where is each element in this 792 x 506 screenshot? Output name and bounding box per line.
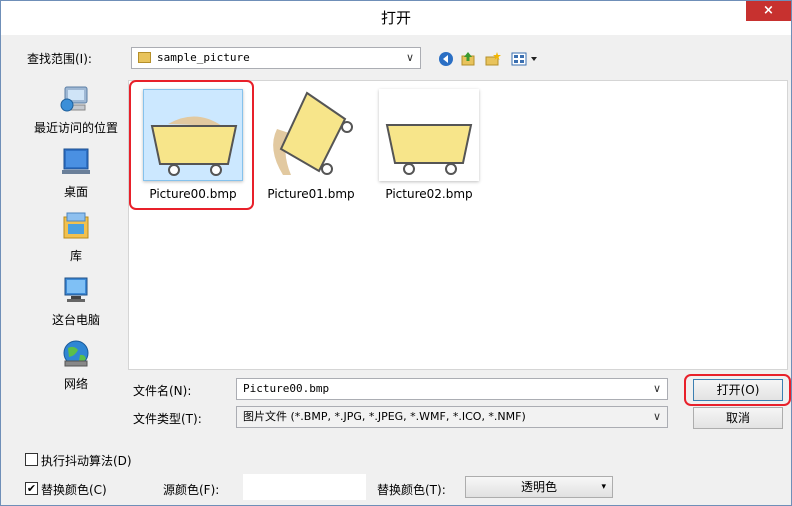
close-button[interactable]: ×: [746, 1, 791, 21]
source-color-field[interactable]: [243, 474, 366, 500]
place-network[interactable]: 网络: [24, 339, 128, 392]
desktop-icon: [62, 148, 90, 174]
cancel-button[interactable]: 取消: [693, 407, 783, 429]
source-color-label: 源颜色(F):: [163, 483, 220, 497]
file-type-label: 文件类型(T):: [133, 412, 202, 426]
replacement-color-value: 透明色: [520, 480, 557, 494]
look-in-combo[interactable]: sample_picture ∨: [131, 47, 421, 69]
caret-down-icon: ▾: [601, 482, 606, 492]
up-folder-icon[interactable]: [460, 51, 476, 67]
recent-places-icon: [60, 86, 88, 112]
tilted-cart-image: [273, 91, 353, 175]
file-name-value: Picture00.bmp: [243, 382, 330, 395]
replacement-color-label: 替换颜色(T):: [377, 483, 446, 497]
file-name-label: 文件名(N):: [133, 384, 192, 398]
network-icon: [63, 340, 89, 367]
libraries-icon: [63, 212, 89, 239]
file-name-picture02: Picture02.bmp: [385, 187, 473, 201]
dither-label[interactable]: 执行抖动算法(D): [41, 452, 132, 469]
this-pc-icon: [64, 277, 88, 302]
thumbnail-picture02: [379, 89, 479, 181]
place-this-pc[interactable]: 这台电脑: [24, 275, 128, 328]
place-libraries[interactable]: 库: [24, 211, 128, 264]
places-bar: 最近访问的位置 桌面 库 这台电脑 网络: [24, 81, 128, 441]
file-name-picture01: Picture01.bmp: [267, 187, 355, 201]
place-label-network: 网络: [63, 377, 88, 391]
place-recent[interactable]: 最近访问的位置: [24, 83, 128, 136]
file-name-input[interactable]: Picture00.bmp ∨: [236, 378, 668, 400]
title-bar: 打开 ×: [1, 1, 791, 35]
look-in-value: sample_picture: [157, 51, 250, 64]
chevron-down-icon: ∨: [405, 51, 414, 64]
thumbnail-picture01: [261, 89, 361, 181]
dialog-title: 打开: [380, 9, 411, 27]
file-type-select[interactable]: 图片文件 (*.BMP, *.JPG, *.JPEG, *.WMF, *.ICO…: [236, 406, 668, 428]
place-label-this-pc: 这台电脑: [51, 313, 100, 327]
highlight-selected-file: [129, 80, 254, 210]
replacement-color-dropdown[interactable]: 透明色 ▾: [465, 476, 613, 498]
highlight-open-button: [684, 374, 791, 406]
file-item-picture02[interactable]: Picture02.bmp: [370, 86, 488, 204]
replace-color-checkbox[interactable]: ✔: [25, 482, 38, 495]
place-label-desktop: 桌面: [63, 185, 88, 199]
back-icon[interactable]: [438, 51, 454, 67]
place-label-recent: 最近访问的位置: [33, 121, 118, 135]
look-in-label: 查找范围(I):: [27, 52, 92, 66]
dither-checkbox[interactable]: [25, 453, 38, 466]
chevron-down-icon: ∨: [652, 410, 661, 423]
place-desktop[interactable]: 桌面: [24, 147, 128, 200]
new-folder-icon[interactable]: [485, 51, 501, 67]
file-type-value: 图片文件 (*.BMP, *.JPG, *.JPEG, *.WMF, *.ICO…: [243, 410, 526, 423]
folder-icon: [138, 51, 151, 63]
chevron-down-icon: ∨: [652, 382, 661, 395]
view-menu-icon[interactable]: [511, 51, 545, 67]
file-item-picture01[interactable]: Picture01.bmp: [252, 86, 370, 204]
open-file-dialog: 打开 × 查找范围(I): sample_picture ∨ 最近访问的位置 桌…: [0, 0, 792, 506]
replace-color-label[interactable]: 替换颜色(C): [41, 481, 107, 498]
place-label-libraries: 库: [69, 249, 82, 263]
cart-image: [385, 124, 473, 175]
